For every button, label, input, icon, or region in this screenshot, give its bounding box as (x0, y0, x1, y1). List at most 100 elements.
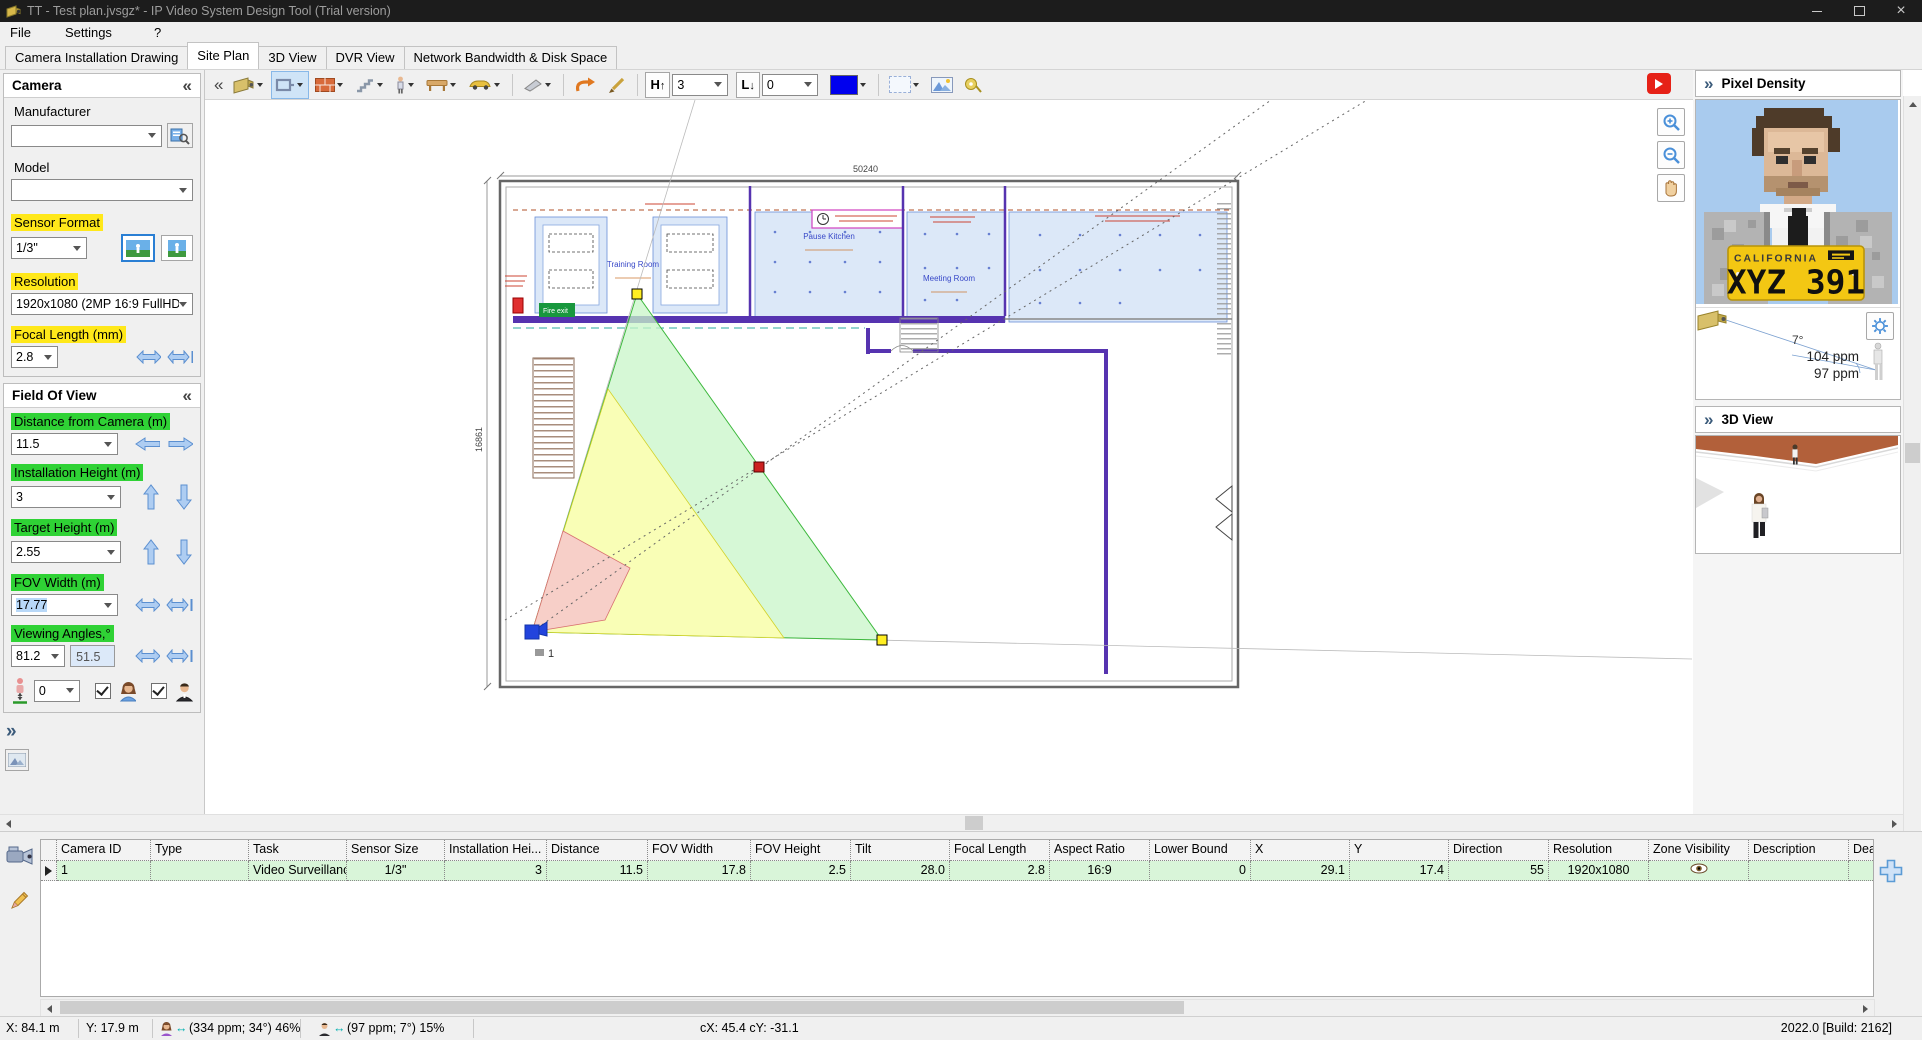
furniture-tool-button[interactable] (422, 71, 462, 99)
col-direction[interactable]: Direction (1449, 840, 1549, 861)
close-button[interactable]: × (1880, 0, 1922, 22)
dropdown-icon[interactable] (494, 83, 500, 87)
background-image-button[interactable] (927, 71, 957, 99)
level-mode-button[interactable]: L (736, 72, 759, 98)
dropdown-icon[interactable] (860, 83, 866, 87)
fov-handle-right[interactable] (877, 635, 887, 645)
cell-installation-height[interactable]: 3 (445, 861, 547, 881)
col-resolution[interactable]: Resolution (1549, 840, 1649, 861)
col-type[interactable]: Type (151, 840, 249, 861)
wall-tool-button[interactable] (271, 71, 309, 99)
narrow-width-arrow[interactable] (166, 598, 193, 612)
col-tilt[interactable]: Tilt (851, 840, 950, 861)
cell-y[interactable]: 17.4 (1350, 861, 1449, 881)
narrow-fov-arrow[interactable] (167, 350, 193, 364)
col-sensor-size[interactable]: Sensor Size (347, 840, 445, 861)
show-woman-checkbox[interactable] (95, 683, 111, 699)
collapse-toolbar-button[interactable]: « (210, 71, 227, 99)
person-tool-button[interactable] (391, 71, 420, 99)
cell-task[interactable]: Video Surveillance (249, 861, 347, 881)
viewing-angle-h-select[interactable]: 81.2 (11, 645, 65, 667)
installation-height-select[interactable]: 3 (11, 486, 121, 508)
youtube-help-button[interactable] (1647, 73, 1671, 94)
fov-aim-handle[interactable] (754, 462, 764, 472)
dropdown-icon[interactable] (450, 83, 456, 87)
dropdown-icon[interactable] (408, 83, 414, 87)
color-picker-button[interactable] (826, 71, 872, 99)
person-height-select[interactable]: 0 (34, 680, 80, 702)
decrease-distance-arrow[interactable] (135, 437, 160, 451)
scroll-up-button[interactable] (1904, 96, 1921, 113)
cell-resolution[interactable]: 1920x1080 (1549, 861, 1649, 881)
scrollbar-thumb[interactable] (1905, 443, 1920, 463)
cell-focal-length[interactable]: 2.8 (950, 861, 1050, 881)
zoom-in-button[interactable] (1657, 108, 1685, 136)
pixel-density-settings-button[interactable] (1866, 312, 1894, 340)
collapse-left-icon[interactable] (183, 77, 192, 94)
col-focal-length[interactable]: Focal Length (950, 840, 1050, 861)
expand-panel-icon[interactable] (6, 721, 204, 743)
cell-fov-height[interactable]: 2.5 (751, 861, 851, 881)
col-distance[interactable]: Distance (547, 840, 648, 861)
scroll-right-button[interactable] (1886, 815, 1903, 832)
dropdown-icon[interactable] (337, 83, 343, 87)
dropdown-icon[interactable] (297, 83, 303, 87)
dropdown-icon[interactable] (913, 83, 919, 87)
cell-sensor-size[interactable]: 1/3" (347, 861, 445, 881)
sensor-format-select[interactable]: 1/3" (11, 237, 87, 259)
show-man-checkbox[interactable] (151, 683, 167, 699)
eraser-tool-button[interactable] (519, 71, 557, 99)
manufacturer-select[interactable] (11, 125, 162, 147)
lower-installation-arrow[interactable] (176, 484, 192, 510)
cell-distance[interactable]: 11.5 (547, 861, 648, 881)
camera-tool-button[interactable] (229, 71, 269, 99)
fov-width-select[interactable]: 17.77 (11, 594, 118, 616)
widen-fov-arrow[interactable] (136, 350, 160, 364)
widen-angle-arrow[interactable] (135, 649, 160, 663)
model-select[interactable] (11, 179, 193, 201)
col-camera-id[interactable]: Camera ID (57, 840, 151, 861)
tab-3d-view[interactable]: 3D View (258, 46, 326, 69)
scroll-left-button[interactable] (41, 1000, 58, 1017)
camera-search-button[interactable] (167, 123, 193, 148)
3d-view-header[interactable]: 3D View (1695, 406, 1901, 433)
thumbnail-tool-button[interactable] (5, 749, 29, 771)
raise-installation-arrow[interactable] (143, 484, 159, 510)
cell-aspect-ratio[interactable]: 16:9 (1050, 861, 1150, 881)
height-mode-button[interactable]: H (645, 72, 670, 98)
widen-width-arrow[interactable] (135, 598, 160, 612)
menu-file[interactable]: File (0, 22, 41, 43)
distance-select[interactable]: 11.5 (11, 433, 118, 455)
scroll-right-button[interactable] (1857, 1000, 1874, 1017)
level-select[interactable]: 0 (762, 74, 818, 96)
dropdown-icon[interactable] (377, 83, 383, 87)
minimize-button[interactable] (1796, 0, 1838, 22)
table-row[interactable]: 1 Video Surveillance 1/3" 3 11.5 17.8 2.… (41, 861, 1873, 881)
raise-target-arrow[interactable] (143, 539, 159, 565)
focal-length-select[interactable]: 2.8 (11, 346, 58, 368)
col-installation-height[interactable]: Installation Hei... (445, 840, 547, 861)
collapse-right-icon[interactable] (1704, 74, 1713, 94)
col-y[interactable]: Y (1350, 840, 1449, 861)
brick-wall-tool-button[interactable] (311, 71, 349, 99)
tab-camera-installation-drawing[interactable]: Camera Installation Drawing (5, 46, 188, 69)
col-aspect-ratio[interactable]: Aspect Ratio (1050, 840, 1150, 861)
measure-tool-button[interactable] (959, 71, 986, 99)
narrow-angle-arrow[interactable] (166, 649, 193, 663)
lower-target-arrow[interactable] (176, 539, 192, 565)
scrollbar-thumb[interactable] (965, 816, 983, 830)
vehicle-tool-button[interactable] (464, 71, 506, 99)
resolution-select[interactable]: 1920x1080 (2MP 16:9 FullHD) (11, 293, 193, 315)
col-dead[interactable]: Dea (1849, 840, 1873, 861)
fov-handle-top[interactable] (632, 289, 642, 299)
height-select[interactable]: 3 (672, 74, 728, 96)
tab-dvr-view[interactable]: DVR View (326, 46, 405, 69)
cell-camera-id[interactable]: 1 (57, 861, 151, 881)
scrollbar-thumb[interactable] (60, 1001, 1184, 1014)
col-zone-visibility[interactable]: Zone Visibility (1649, 840, 1749, 861)
tab-network-bandwidth[interactable]: Network Bandwidth & Disk Space (404, 46, 618, 69)
camera-list-tool-button[interactable] (5, 844, 35, 873)
menu-settings[interactable]: Settings (55, 22, 122, 43)
col-fov-width[interactable]: FOV Width (648, 840, 751, 861)
add-camera-button[interactable] (1877, 857, 1905, 888)
